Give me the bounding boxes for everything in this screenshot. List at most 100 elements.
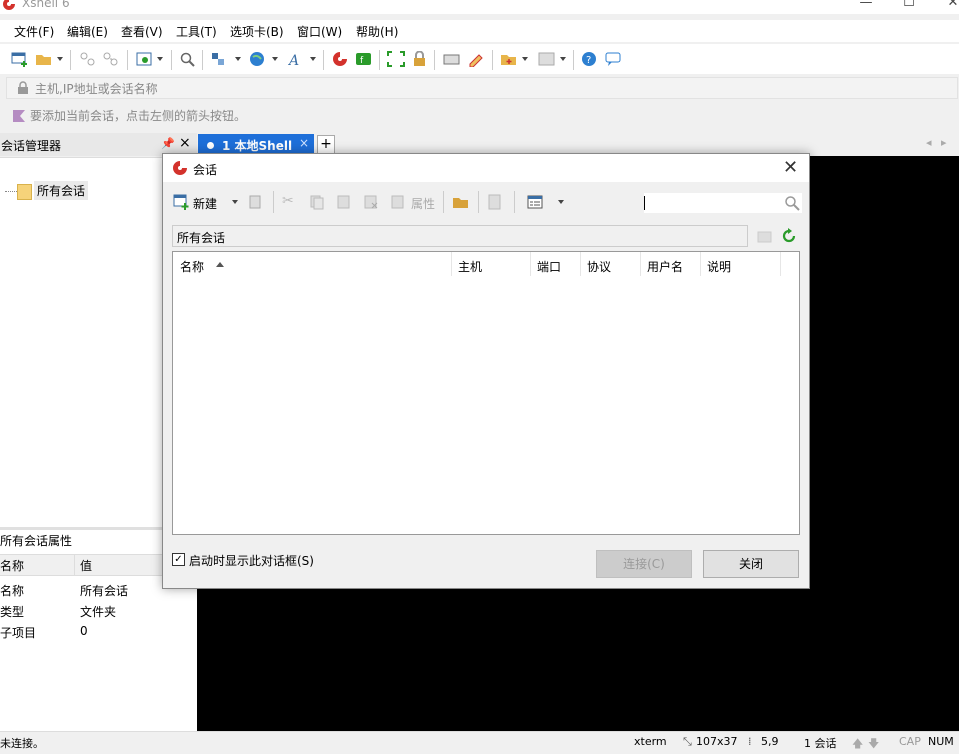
transfer-icon[interactable]	[210, 51, 228, 67]
bookmark-arrow-icon[interactable]	[12, 108, 26, 122]
close-button[interactable]: 关闭	[703, 550, 799, 578]
new-button-label[interactable]: 新建	[193, 195, 217, 212]
column-header-protocol[interactable]: 协议	[580, 252, 641, 276]
up-folder-icon[interactable]	[757, 228, 773, 244]
sessions-dialog: 会话 ✕ 新建 ✂ 属性 所有会话 名称 主机 端口 协议 用户名 说明 ✓ 启…	[162, 153, 810, 589]
disconnect-icon[interactable]	[102, 51, 120, 67]
new-folder-icon[interactable]	[500, 51, 518, 67]
lock-icon	[18, 81, 28, 94]
window-title: Xshell 6	[22, 0, 70, 10]
xshell-logo-icon	[173, 161, 187, 175]
properties-sheet-icon[interactable]	[487, 194, 503, 210]
xftp-icon[interactable]: f	[355, 51, 373, 67]
prop-value: 所有会话	[80, 584, 129, 598]
toolbar-separator	[70, 50, 71, 70]
properties-icon[interactable]	[390, 194, 406, 210]
search-icon[interactable]	[784, 195, 800, 211]
new-dropdown-icon[interactable]	[232, 200, 238, 204]
address-placeholder: 主机,IP地址或会话名称	[35, 82, 158, 96]
menu-tools[interactable]: 工具(T)	[176, 23, 217, 40]
session-list[interactable]: 名称 主机 端口 协议 用户名 说明	[172, 251, 800, 535]
tree-item-all-sessions[interactable]: 所有会话	[34, 181, 89, 200]
help-icon[interactable]: ?	[581, 51, 599, 67]
new-folder-dropdown-icon[interactable]	[522, 57, 528, 61]
toolbar-separator	[127, 50, 128, 70]
find-icon[interactable]	[179, 51, 197, 67]
session-count: 1 会话	[804, 737, 837, 750]
keyboard-icon[interactable]	[443, 51, 461, 67]
column-header-description[interactable]: 说明	[700, 252, 781, 276]
cut-icon[interactable]: ✂	[282, 193, 294, 209]
refresh-icon[interactable]	[780, 227, 798, 245]
copy-icon[interactable]	[309, 194, 325, 210]
folder-icon	[17, 184, 32, 200]
column-header-username[interactable]: 用户名	[640, 252, 701, 276]
properties-col-value: 值	[80, 559, 93, 573]
folder-icon[interactable]	[452, 194, 469, 210]
connect-icon[interactable]	[79, 51, 97, 67]
new-session-icon[interactable]	[173, 194, 189, 210]
window-close-button[interactable]: ✕	[930, 0, 959, 14]
view-dropdown-icon[interactable]	[558, 200, 564, 204]
tab-close-icon[interactable]: ×	[299, 136, 309, 150]
open-session-icon[interactable]	[248, 194, 264, 210]
xshell-icon[interactable]	[331, 51, 349, 67]
open-folder-icon[interactable]	[35, 51, 53, 67]
column-header-port[interactable]: 端口	[530, 252, 581, 276]
compose-icon[interactable]	[468, 51, 486, 67]
transfer-dropdown-icon[interactable]	[235, 57, 241, 61]
toolbar-separator	[171, 50, 172, 70]
text-cursor	[644, 196, 645, 210]
session-manager-close-icon[interactable]: ×	[179, 135, 191, 151]
menu-view[interactable]: 查看(V)	[121, 23, 163, 40]
tab-scroll-left-icon[interactable]: ◂	[926, 136, 932, 149]
startup-checkbox[interactable]: ✓	[172, 553, 185, 566]
settings-dropdown-icon[interactable]	[157, 57, 163, 61]
new-session-icon[interactable]	[11, 51, 29, 67]
menu-edit[interactable]: 编辑(E)	[67, 23, 108, 40]
globe-icon[interactable]	[249, 51, 267, 67]
menu-tabs[interactable]: 选项卡(B)	[230, 23, 284, 40]
address-bar[interactable]: 主机,IP地址或会话名称	[6, 77, 958, 99]
paste-icon[interactable]	[336, 194, 352, 210]
open-dropdown-icon[interactable]	[57, 57, 63, 61]
view-mode-icon[interactable]	[527, 194, 543, 210]
fullscreen-icon[interactable]	[387, 51, 405, 67]
connection-status: 未连接。	[0, 737, 44, 750]
svg-text:A: A	[287, 53, 299, 67]
dialog-close-icon[interactable]: ✕	[783, 157, 798, 178]
connect-button[interactable]: 连接(C)	[596, 550, 692, 578]
dialog-title: 会话	[193, 163, 218, 177]
menu-file[interactable]: 文件(F)	[14, 23, 54, 40]
toolbar-separator	[323, 50, 324, 70]
add-tab-button[interactable]: +	[317, 135, 335, 154]
menu-bar: 文件(F) 编辑(E) 查看(V) 工具(T) 选项卡(B) 窗口(W) 帮助(…	[0, 20, 959, 42]
lock-icon[interactable]	[411, 51, 429, 67]
globe-dropdown-icon[interactable]	[272, 57, 278, 61]
xshell-logo-icon	[3, 0, 15, 10]
pin-icon[interactable]: 📌	[161, 137, 175, 150]
font-icon[interactable]: A	[287, 51, 305, 67]
tab-scroll-right-icon[interactable]: ▸	[941, 136, 947, 149]
toolbar-separator	[573, 50, 574, 70]
properties-button-label[interactable]: 属性	[411, 195, 435, 212]
column-header-host[interactable]: 主机	[451, 252, 531, 276]
layout-dropdown-icon[interactable]	[560, 57, 566, 61]
dialog-search-input[interactable]	[644, 193, 802, 213]
minimize-button[interactable]: —	[843, 0, 889, 14]
cursor-icon: ⁞	[748, 735, 752, 748]
toolbar-separator	[514, 191, 515, 213]
menu-window[interactable]: 窗口(W)	[297, 23, 342, 40]
maximize-button[interactable]: ☐	[886, 0, 932, 14]
delete-icon[interactable]	[363, 194, 379, 210]
menu-help[interactable]: 帮助(H)	[356, 23, 398, 40]
num-indicator: NUM	[928, 735, 954, 748]
column-divider	[74, 555, 75, 575]
layout-icon[interactable]	[538, 51, 556, 67]
chat-icon[interactable]	[605, 51, 623, 67]
upload-arrow-icon: 🡅	[852, 737, 864, 750]
font-dropdown-icon[interactable]	[310, 57, 316, 61]
settings-icon[interactable]	[136, 51, 154, 67]
column-header-name[interactable]: 名称	[173, 252, 452, 276]
dialog-path-bar: 所有会话	[172, 225, 748, 247]
